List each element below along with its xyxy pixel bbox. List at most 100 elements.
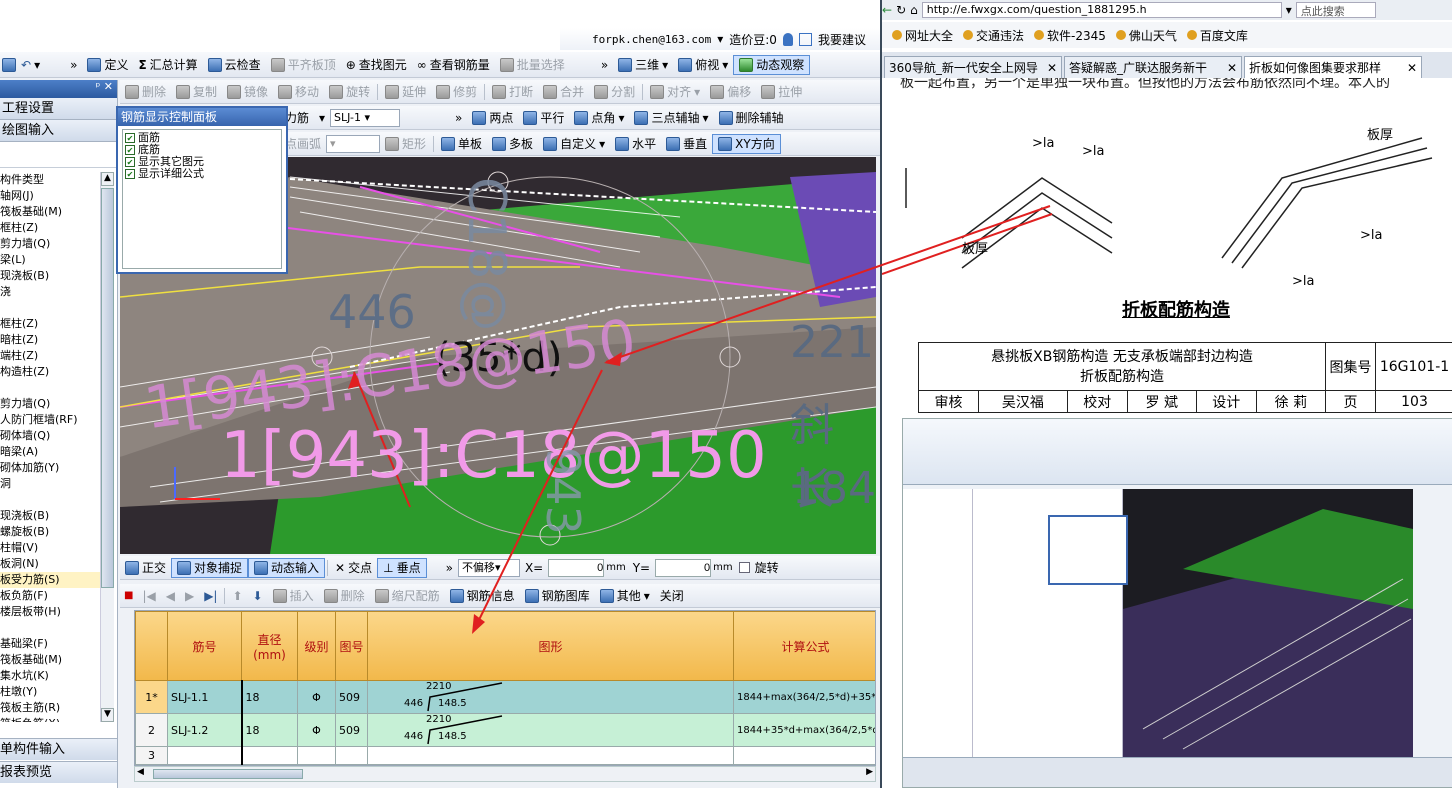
sum-button[interactable]: Σ 汇总计算 <box>133 55 202 75</box>
two-point-aux-button[interactable]: 两点 <box>467 108 518 128</box>
intersect-button[interactable]: ✕ 交点 <box>330 558 377 578</box>
insert-button[interactable]: 插入 <box>268 586 319 606</box>
tree-item[interactable]: 筏板主筋(R) <box>0 700 100 716</box>
xy-direction-button[interactable]: XY方向 <box>712 133 781 154</box>
prev-record-icon[interactable]: ◀ <box>161 586 180 606</box>
top-view-dropdown[interactable]: 俯视 ▾ <box>673 55 733 75</box>
tree-item[interactable]: 人防门框墙(RF) <box>0 412 100 428</box>
arc-select[interactable]: ▾ <box>326 134 381 153</box>
mirror-button[interactable]: 镜像 <box>222 82 273 102</box>
dropdown-icon[interactable]: ▾ <box>1286 3 1292 17</box>
tab-report-preview[interactable]: 报表预览 <box>0 761 117 783</box>
account-email[interactable]: forpk.chen@163.com <box>592 33 711 46</box>
close-tab-icon[interactable]: ✕ <box>1227 57 1237 78</box>
undo-button[interactable]: ↶ ▾ <box>16 55 45 75</box>
table-cell-name[interactable]: SLJ-1.1 <box>167 680 242 714</box>
checkbox-checked-icon[interactable]: ✔ <box>125 157 135 167</box>
scroll-up-icon[interactable]: ▲ <box>101 172 114 186</box>
copy-button[interactable]: 复制 <box>171 82 222 102</box>
tree-item[interactable]: 剪力墙(Q) <box>0 396 100 412</box>
tree-item[interactable]: 轴网(J) <box>0 188 100 204</box>
batch-select-button[interactable]: 批量选择 <box>495 55 570 75</box>
tree-item[interactable]: 砌体墙(Q) <box>0 428 100 444</box>
close-tab-icon[interactable]: ✕ <box>1407 57 1417 78</box>
hscroll-left-icon[interactable]: ◀ <box>137 767 144 777</box>
next-record-icon[interactable]: ▶ <box>180 586 199 606</box>
rotate-button[interactable]: 旋转 <box>324 82 375 102</box>
tree-item[interactable]: 楼层板带(H) <box>0 604 100 620</box>
delete-button[interactable]: 删除 <box>120 82 171 102</box>
save-icon[interactable] <box>2 57 16 72</box>
rebar-library-button[interactable]: 钢筋图库 <box>520 586 595 606</box>
tree-item[interactable]: 筏板负筋(X) <box>0 716 100 722</box>
tree-item[interactable] <box>0 300 100 316</box>
offset-button[interactable]: 偏移 <box>705 82 756 102</box>
table-hscroll[interactable]: ◀ ▶ <box>134 766 876 782</box>
column-header[interactable]: 直径(mm) <box>241 611 298 681</box>
extend-button[interactable]: 延伸 <box>380 82 431 102</box>
split-button[interactable]: 分割 <box>589 82 640 102</box>
rotate-checkbox[interactable] <box>738 562 750 573</box>
table-cell-grade[interactable]: Φ <box>297 680 336 714</box>
tab-project-settings[interactable]: 工程设置 <box>0 98 117 120</box>
break-button[interactable]: 打断 <box>487 82 538 102</box>
overflow-icon-3[interactable]: » <box>450 108 467 128</box>
first-record-icon[interactable]: |◀ <box>137 586 160 606</box>
column-header[interactable]: 级别 <box>297 611 336 681</box>
tree-item[interactable] <box>0 380 100 396</box>
table-row[interactable]: 1* SLJ-1.1 18 Φ 509 2210 446 148.5 1844+max(364/… <box>135 680 875 714</box>
overflow-icon[interactable]: » <box>65 55 82 75</box>
tree-item[interactable]: 板负筋(F) <box>0 588 100 604</box>
dynamic-input-button[interactable]: 动态输入 <box>248 557 326 578</box>
multi-board-button[interactable]: 多板 <box>487 134 538 154</box>
tree-item[interactable]: 基础梁(F) <box>0 636 100 652</box>
bookmark-item[interactable]: 佛山天气 <box>1115 27 1177 44</box>
tree-item[interactable]: 柱墩(Y) <box>0 684 100 700</box>
flat-top-button[interactable]: 平齐板顶 <box>266 55 341 75</box>
parallel-aux-button[interactable]: 平行 <box>518 108 569 128</box>
url-field[interactable]: http://e.fwxgx.com/question_1881295.h <box>921 2 1282 18</box>
view-3d-dropdown[interactable]: 三维 ▾ <box>613 55 673 75</box>
table-cell-formula[interactable]: 1844+35*d+max(364/2,5*d) <box>733 713 875 747</box>
account-dropdown-icon[interactable]: ▾ <box>717 32 723 46</box>
table-cell-shape[interactable]: 2210 446 148.5 <box>366 713 735 747</box>
rebar-name-select[interactable]: SLJ-1 ▾ <box>330 108 401 127</box>
delete-row-button[interactable]: 删除 <box>319 586 370 606</box>
tree-item[interactable]: 螺旋板(B) <box>0 524 100 540</box>
tree-item[interactable]: 构件类型 <box>0 172 100 188</box>
tab-drawing-input[interactable]: 绘图输入 <box>0 120 117 142</box>
close-tab-icon[interactable]: ✕ <box>1047 57 1057 78</box>
table-cell-formula[interactable]: 1844+max(364/2,5*d)+35*d <box>733 680 875 714</box>
table-cell-dia[interactable]: 18 <box>240 680 298 714</box>
merge-button[interactable]: 合并 <box>538 82 589 102</box>
suggest-link[interactable]: 我要建议 <box>818 31 866 48</box>
table-cell-grade[interactable]: Φ <box>297 713 336 747</box>
bookmark-item[interactable]: 软件-2345 <box>1034 27 1106 44</box>
overflow-icon-4[interactable]: » <box>441 558 458 578</box>
hscroll-right-icon[interactable]: ▶ <box>866 767 873 777</box>
tree-item[interactable]: 板受力筋(S) <box>0 572 100 588</box>
delete-aux-button[interactable]: 删除辅轴 <box>714 108 789 128</box>
back-icon[interactable]: ← <box>882 3 892 17</box>
tree-item[interactable]: 构造柱(Z) <box>0 364 100 380</box>
point-angle-button[interactable]: 点角 ▾ <box>569 108 629 128</box>
pin-icon[interactable]: ᵖ <box>96 80 101 93</box>
object-snap-button[interactable]: 对象捕捉 <box>171 557 249 578</box>
close-small-icon[interactable]: ■ <box>124 590 133 601</box>
cloud-check-button[interactable]: 云检查 <box>203 55 266 75</box>
align-button[interactable]: 对齐 ▾ <box>645 82 705 102</box>
table-cell-dia[interactable] <box>240 746 298 765</box>
table-cell-shape[interactable]: 2210 446 148.5 <box>366 680 735 714</box>
scroll-down-icon[interactable]: ▼ <box>101 708 114 722</box>
table-cell-fig[interactable]: 509 <box>335 680 368 714</box>
close-icon[interactable]: ✕ <box>104 80 113 93</box>
bookmark-item[interactable]: 交通违法 <box>963 27 1024 44</box>
trim-button[interactable]: 修剪 <box>431 82 482 102</box>
tab-single-component-input[interactable]: 单构件输入 <box>0 738 117 760</box>
scale-rebar-button[interactable]: 缩尺配筋 <box>370 586 445 606</box>
custom-button[interactable]: 自定义 ▾ <box>538 134 610 154</box>
rebar-info-button[interactable]: 钢筋信息 <box>445 586 520 606</box>
tree-item[interactable]: 现浇板(B) <box>0 268 100 284</box>
search-field[interactable]: 点此搜索 <box>1295 2 1376 18</box>
tree-item[interactable]: 梁(L) <box>0 252 100 268</box>
